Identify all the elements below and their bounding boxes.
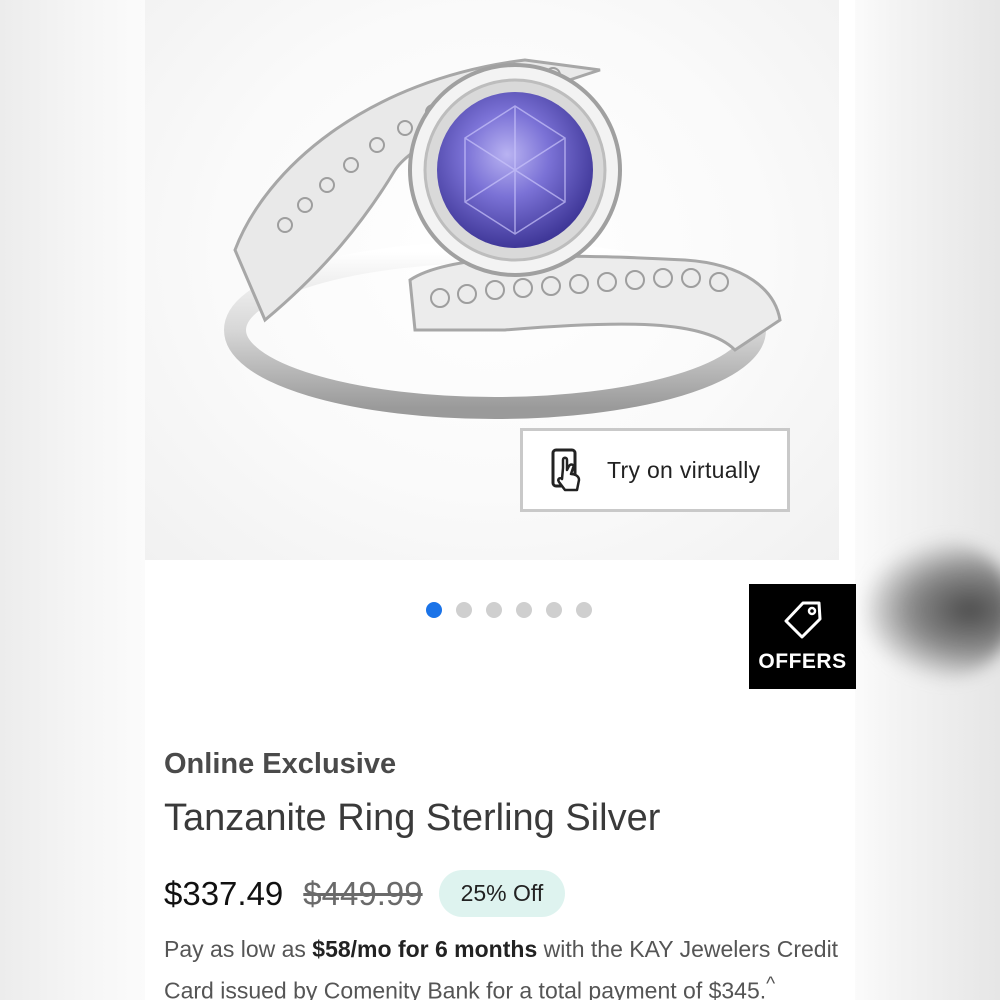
try-on-virtually-button[interactable]: Try on virtually <box>520 428 790 512</box>
background-blur <box>865 540 1000 680</box>
carousel-dot-2[interactable] <box>456 602 472 618</box>
try-on-label: Try on virtually <box>607 456 761 483</box>
offers-button[interactable]: OFFERS <box>749 584 856 689</box>
financing-prefix: Pay as low as <box>164 936 313 962</box>
product-image <box>224 58 782 419</box>
left-gutter <box>0 0 145 1000</box>
discount-badge: 25% Off <box>438 870 566 917</box>
carousel-dots <box>426 602 592 618</box>
tag-icon <box>784 601 821 638</box>
carousel-dot-6[interactable] <box>576 602 592 618</box>
carousel-dot-3[interactable] <box>486 602 502 618</box>
financing-amount: $58/mo for 6 months <box>312 936 538 962</box>
footnote-marker[interactable]: ^ <box>766 974 775 995</box>
offers-label: OFFERS <box>758 649 847 673</box>
product-screen: Try on virtually Online Exclusive Tanzan… <box>145 0 855 1000</box>
current-price: $337.49 <box>164 874 284 912</box>
hand-phone-icon <box>551 448 581 492</box>
carousel-dot-5[interactable] <box>546 602 562 618</box>
carousel-dot-4[interactable] <box>516 602 532 618</box>
product-title: Tanzanite Ring Sterling Silver <box>164 797 661 839</box>
right-gutter <box>855 0 1000 1000</box>
carousel-dot-1[interactable] <box>426 602 442 618</box>
financing-text: Pay as low as $58/mo for 6 months with t… <box>164 932 844 1000</box>
original-price: $449.99 <box>303 874 423 912</box>
product-image-carousel[interactable]: Try on virtually <box>145 0 839 560</box>
price-row: $337.49 $449.99 25% Off <box>164 870 566 917</box>
product-eyebrow: Online Exclusive <box>164 748 397 780</box>
